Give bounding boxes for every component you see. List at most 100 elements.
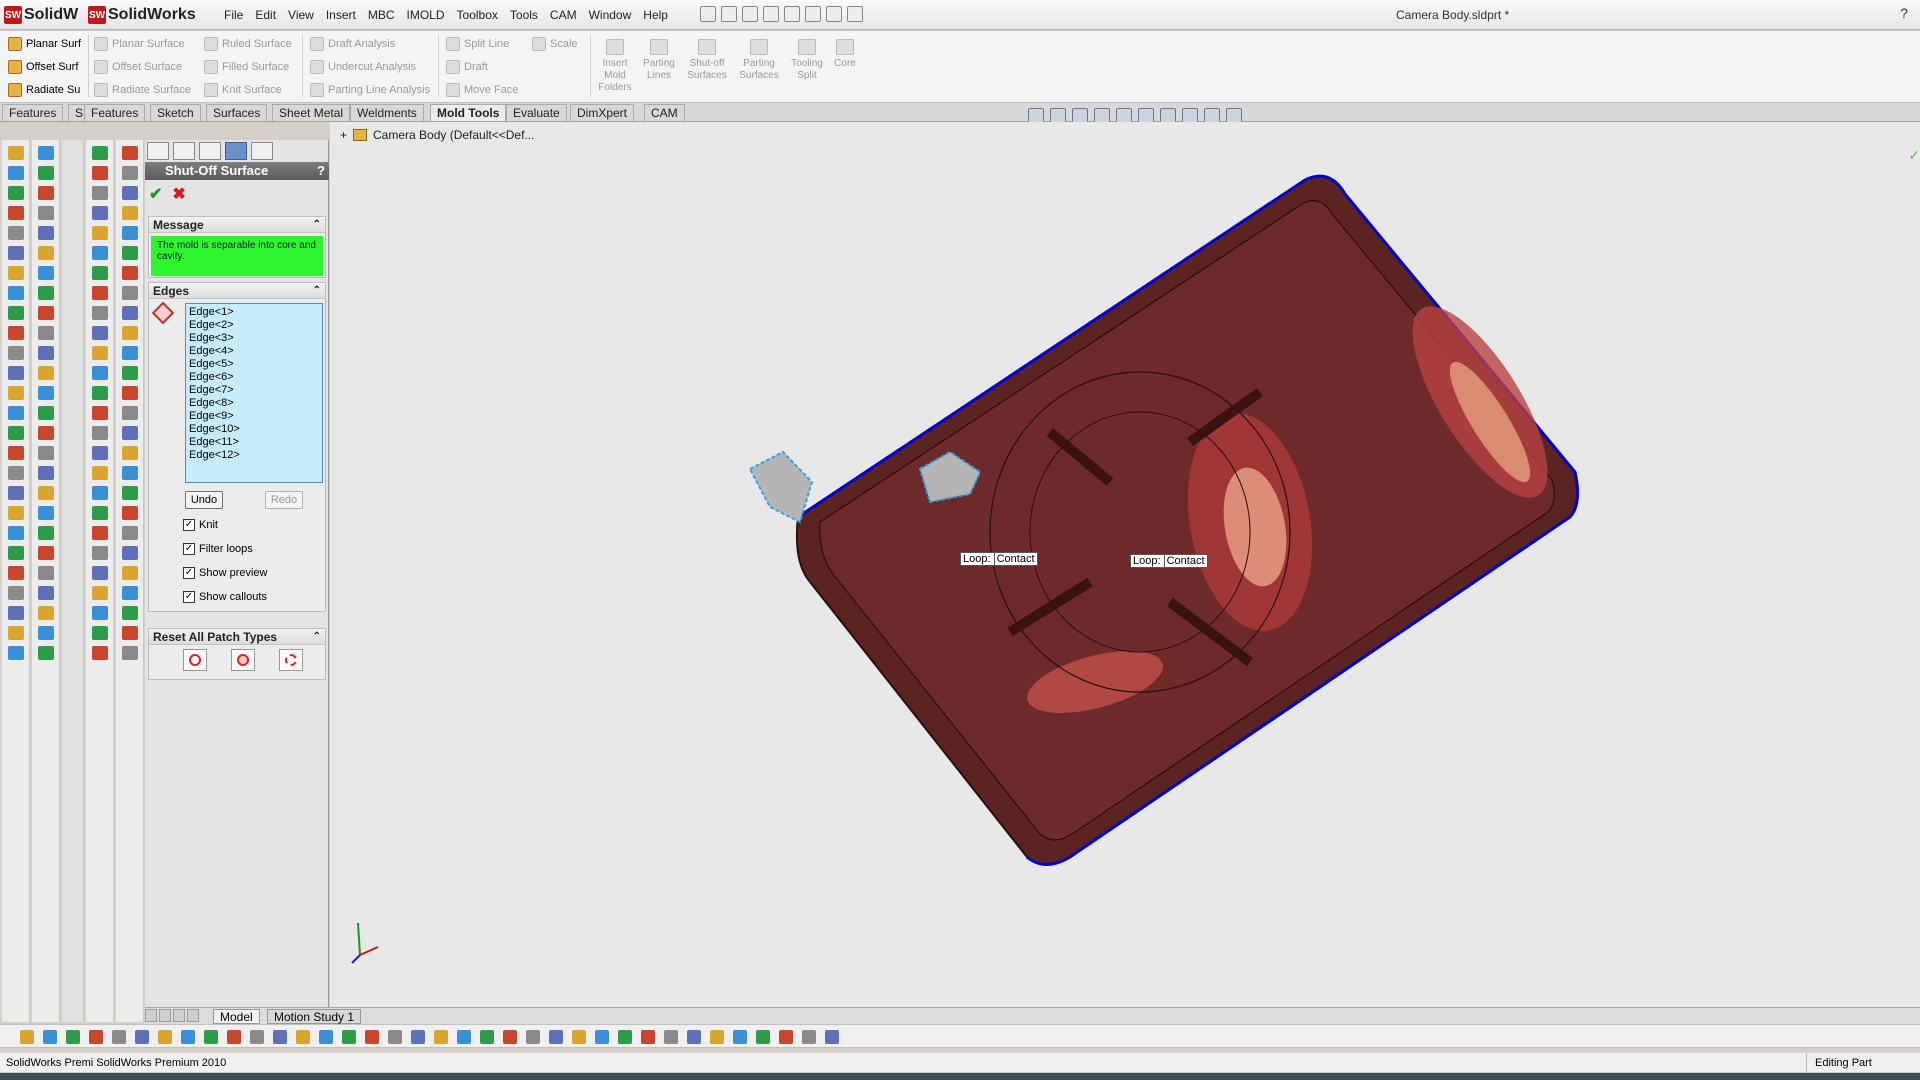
filter-tab-icon[interactable]: [251, 142, 273, 160]
toolbar-tool-icon[interactable]: [7, 406, 24, 420]
show-callouts-checkbox[interactable]: ✓ Show callouts: [183, 591, 267, 603]
toolbar-tool-icon[interactable]: [121, 606, 138, 620]
toolbar-tool-icon[interactable]: [121, 206, 138, 220]
toolbar-tool-icon[interactable]: [91, 526, 108, 540]
selection-filter-icon[interactable]: [457, 1030, 471, 1044]
toolbar-tool-icon[interactable]: [7, 506, 24, 520]
ok-button[interactable]: ✔: [149, 184, 162, 204]
selection-filter-icon[interactable]: [273, 1030, 287, 1044]
selection-filter-icon[interactable]: [641, 1030, 655, 1044]
menu-toolbox[interactable]: Toolbox: [451, 7, 504, 23]
selection-filter-icon[interactable]: [802, 1030, 816, 1044]
toolbar-tool-icon[interactable]: [37, 306, 54, 320]
selection-filter-icon[interactable]: [89, 1030, 103, 1044]
toolbar-tool-icon[interactable]: [121, 626, 138, 640]
selection-filter-icon[interactable]: [342, 1030, 356, 1044]
edges-selection-list[interactable]: Edge<1> Edge<2> Edge<3> Edge<4> Edge<5> …: [185, 303, 323, 483]
checkbox-box[interactable]: ✓: [183, 567, 195, 579]
selection-filter-icon[interactable]: [572, 1030, 586, 1044]
tab-sketch[interactable]: Sketch: [150, 104, 201, 121]
toolbar-tool-icon[interactable]: [37, 286, 54, 300]
tangent-patch-button[interactable]: [231, 649, 255, 671]
toolbar-tool-icon[interactable]: [7, 466, 24, 480]
toolbar-tool-icon[interactable]: [7, 426, 24, 440]
planar-surface-2-button[interactable]: Planar Surface: [94, 35, 191, 52]
filled-surface-button[interactable]: Filled Surface: [204, 58, 292, 75]
toolbar-tool-icon[interactable]: [91, 626, 108, 640]
toolbar-tool-icon[interactable]: [121, 266, 138, 280]
toolbar-tool-icon[interactable]: [37, 426, 54, 440]
toolbar-tool-icon[interactable]: [7, 446, 24, 460]
menu-imold[interactable]: IMOLD: [401, 7, 451, 23]
menu-tools[interactable]: Tools: [504, 7, 544, 23]
toolbar-tool-icon[interactable]: [121, 466, 138, 480]
toolbar-tool-icon[interactable]: [121, 226, 138, 240]
toolbar-tool-icon[interactable]: [91, 326, 108, 340]
toolbar-tool-icon[interactable]: [7, 626, 24, 640]
toolbar-tool-icon[interactable]: [91, 446, 108, 460]
feature-tree-collapsed[interactable]: [62, 140, 84, 1022]
toolbar-tool-icon[interactable]: [121, 506, 138, 520]
selection-filter-icon[interactable]: [825, 1030, 839, 1044]
toolbar-tool-icon[interactable]: [91, 406, 108, 420]
selection-filter-icon[interactable]: [733, 1030, 747, 1044]
toolbar-tool-icon[interactable]: [37, 646, 54, 660]
solidworks-logo-main[interactable]: SW SolidWorks: [88, 5, 196, 25]
offset-surface-button[interactable]: Offset Surf: [8, 58, 81, 75]
selection-filter-icon[interactable]: [526, 1030, 540, 1044]
message-header[interactable]: Message ⌃: [149, 217, 325, 233]
list-item[interactable]: Edge<5>: [189, 358, 319, 371]
selection-filter-icon[interactable]: [250, 1030, 264, 1044]
tab-weldments[interactable]: Weldments: [350, 104, 424, 121]
menu-mbc[interactable]: MBC: [362, 7, 401, 23]
list-item[interactable]: Edge<3>: [189, 332, 319, 345]
scale-button[interactable]: Scale: [532, 35, 578, 52]
toolbar-tool-icon[interactable]: [7, 206, 24, 220]
tab-mold-tools[interactable]: Mold Tools: [430, 104, 507, 121]
featuremanager-tab-icon[interactable]: [147, 142, 169, 160]
selection-filter-icon[interactable]: [319, 1030, 333, 1044]
radiate-surface-button[interactable]: Radiate Su: [8, 81, 81, 98]
toolbar-tool-icon[interactable]: [91, 386, 108, 400]
selection-filter-icon[interactable]: [158, 1030, 172, 1044]
toolbar-tool-icon[interactable]: [7, 586, 24, 600]
list-item[interactable]: Edge<8>: [189, 397, 319, 410]
toolbar-tool-icon[interactable]: [7, 186, 24, 200]
reset-patch-types-header[interactable]: Reset All Patch Types ⌃: [149, 629, 325, 645]
selection-filter-icon[interactable]: [618, 1030, 632, 1044]
toolbar-tool-icon[interactable]: [91, 146, 108, 160]
shut-off-surfaces-button[interactable]: Shut-off Surfaces: [684, 39, 730, 82]
list-item[interactable]: Edge<6>: [189, 371, 319, 384]
toolbar-tool-icon[interactable]: [121, 366, 138, 380]
toolbar-tool-icon[interactable]: [37, 506, 54, 520]
save-icon[interactable]: [742, 6, 758, 22]
toolbar-tool-icon[interactable]: [121, 306, 138, 320]
selection-filter-icon[interactable]: [181, 1030, 195, 1044]
toolbar-tool-icon[interactable]: [37, 166, 54, 180]
menu-help[interactable]: Help: [637, 7, 674, 23]
selection-filter-icon[interactable]: [664, 1030, 678, 1044]
selection-filter-icon[interactable]: [687, 1030, 701, 1044]
selection-filter-icon[interactable]: [388, 1030, 402, 1044]
toolbar-tool-icon[interactable]: [91, 566, 108, 580]
toolbar-tool-icon[interactable]: [121, 286, 138, 300]
toolbar-tool-icon[interactable]: [91, 226, 108, 240]
help-button[interactable]: ?: [1900, 5, 1908, 21]
toolbar-tool-icon[interactable]: [121, 406, 138, 420]
toolbar-tool-icon[interactable]: [7, 306, 24, 320]
radiate-surface-2-button[interactable]: Radiate Surface: [94, 81, 191, 98]
selection-filter-icon[interactable]: [710, 1030, 724, 1044]
toolbar-tool-icon[interactable]: [7, 266, 24, 280]
toolbar-tool-icon[interactable]: [37, 346, 54, 360]
draft-analysis-button[interactable]: Draft Analysis: [310, 35, 430, 52]
selection-filter-icon[interactable]: [135, 1030, 149, 1044]
toolbar-tool-icon[interactable]: [121, 246, 138, 260]
toolbar-tool-icon[interactable]: [91, 606, 108, 620]
toolbar-tool-icon[interactable]: [37, 486, 54, 500]
toolbar-tool-icon[interactable]: [37, 226, 54, 240]
split-line-button[interactable]: Split Line: [446, 35, 518, 52]
toolbar-tool-icon[interactable]: [7, 546, 24, 560]
model-viewport[interactable]: [330, 122, 1920, 1007]
toolbar-tool-icon[interactable]: [37, 186, 54, 200]
undo-button[interactable]: Undo: [185, 491, 223, 509]
